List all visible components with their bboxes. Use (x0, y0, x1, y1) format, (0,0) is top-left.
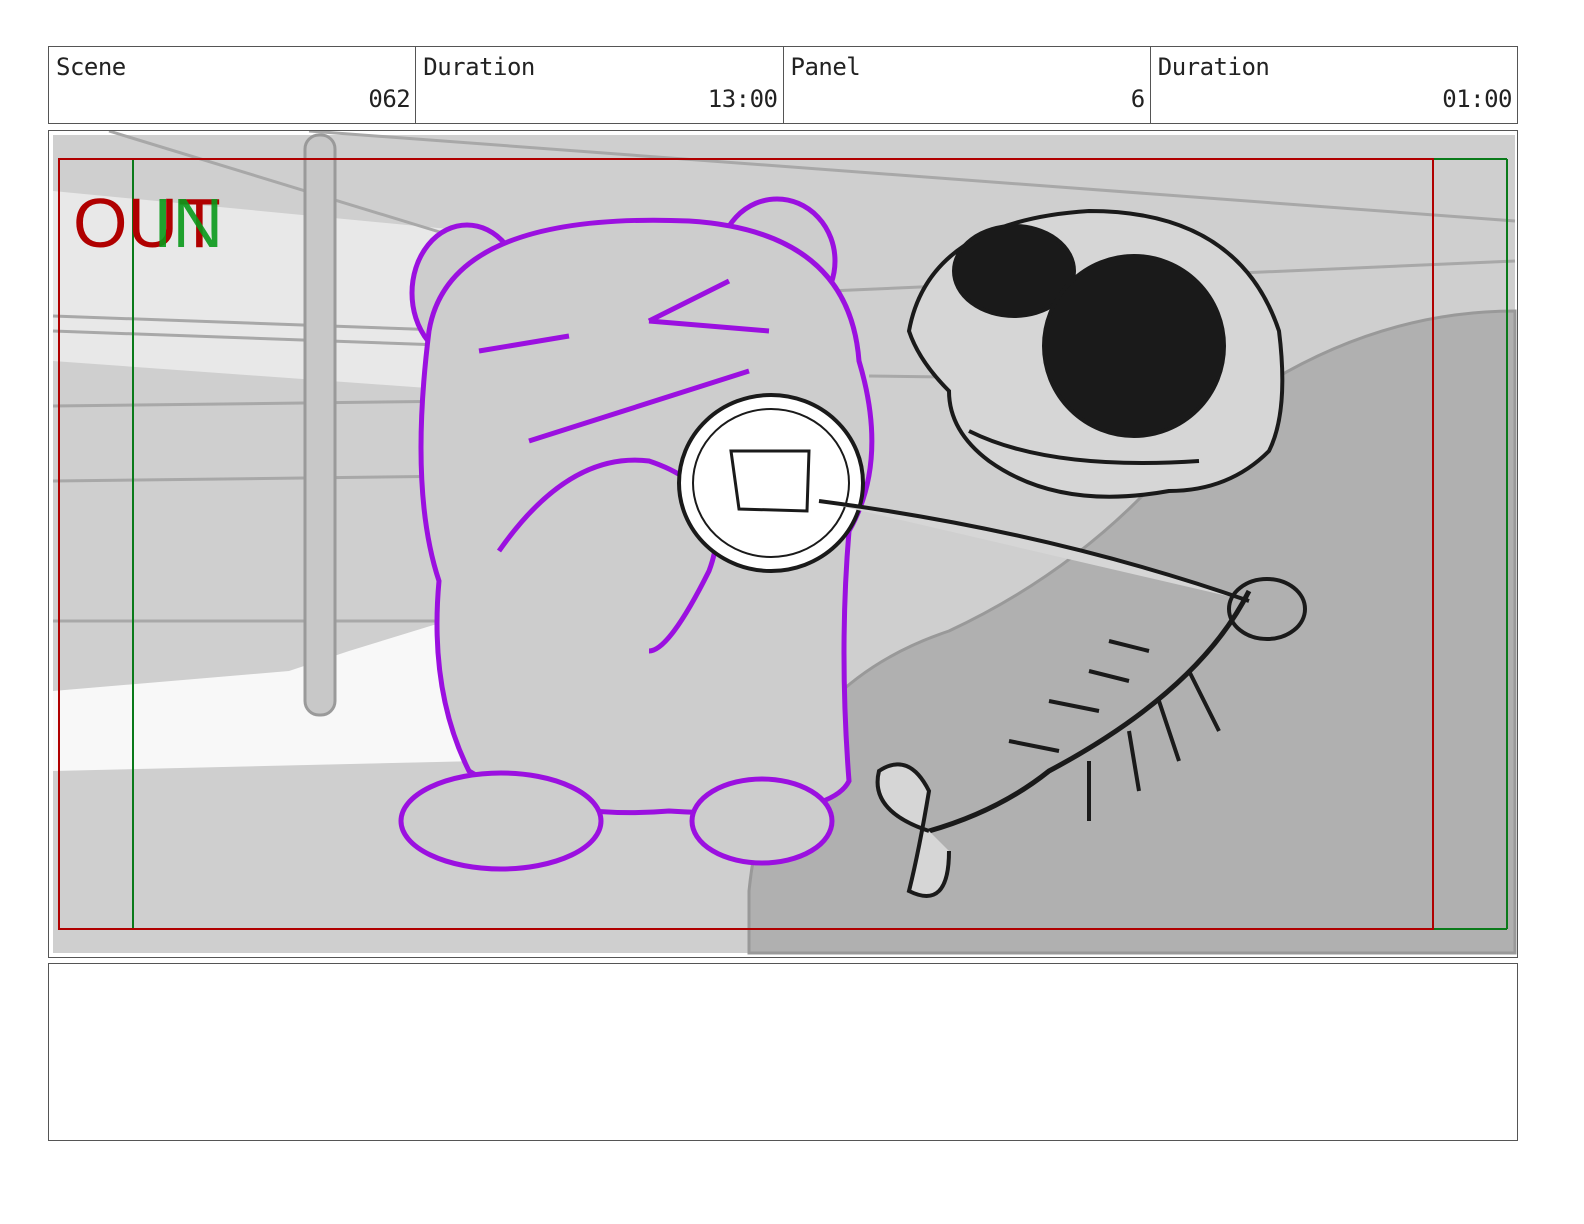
panel-drawing: OUT IN (52, 131, 1517, 955)
panel-cell: Panel 6 (784, 47, 1151, 123)
coin-drawing (677, 393, 865, 573)
scene-cell: Scene 062 (49, 47, 417, 123)
scene-duration-value[interactable]: 13:00 (708, 85, 778, 113)
panel-duration-cell: Duration 01:00 (1151, 47, 1517, 123)
panel-duration-label: Duration (1157, 53, 1270, 81)
scene-duration-cell: Duration 13:00 (416, 47, 784, 123)
panel-duration-value[interactable]: 01:00 (1442, 85, 1512, 113)
storyboard-panel[interactable]: OUT IN (48, 130, 1518, 958)
panel-notes-field[interactable] (48, 963, 1518, 1141)
in-label: IN (153, 184, 223, 262)
panel-header: Scene 062 Duration 13:00 Panel 6 Duratio… (48, 46, 1518, 124)
scene-label: Scene (56, 53, 126, 81)
support-pole (303, 133, 337, 717)
scene-duration-label: Duration (423, 53, 535, 81)
panel-label: Panel (790, 53, 861, 81)
panel-number[interactable]: 6 (1131, 85, 1145, 113)
scene-number[interactable]: 062 (368, 85, 410, 113)
